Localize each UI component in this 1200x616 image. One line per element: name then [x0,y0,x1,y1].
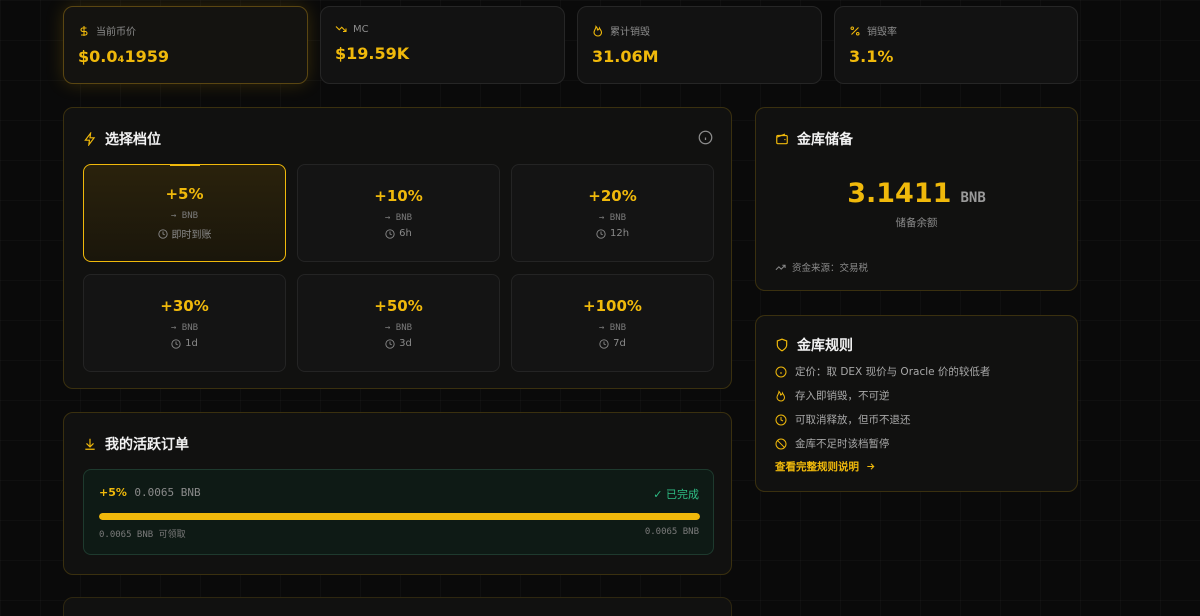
clock-icon [157,228,168,239]
stat-label: MC [353,23,369,35]
vault-amount: 3.1411 [847,178,952,209]
tier-option[interactable]: +50% → BNB 3d [297,274,500,372]
download-icon [85,438,95,450]
vault-caption: 储备余额 [895,217,938,229]
rule-item: 可取消释放，但币不退还 [775,412,990,427]
rules-list: 定价：取 DEX 现价与 Oracle 价的较低者 存入即销毁，不可逆 可取消释… [775,364,990,460]
tier-unit: → BNB [384,323,413,333]
tier-unit: → BNB [598,323,627,333]
stat-card-burn-rate: 销毁率 3.1% [834,6,1078,84]
rule-text: 定价：取 DEX 现价与 Oracle 价的较低者 [795,366,991,378]
order-total: 0.0065 BNB [644,527,699,537]
stat-card-price: 当前币价 $0.0₄1959 [63,6,308,84]
wallet-icon [776,133,788,145]
ban-icon [775,438,787,449]
order-progress-fill [99,513,700,520]
tier-time: 6h [385,228,412,239]
stat-value: 3.1% [849,47,894,66]
rule-item: 金库不足时该档暂停 [775,436,990,451]
tier-unit: → BNB [170,323,199,333]
stat-value: 31.06M [592,47,659,66]
link-text: 查看完整规则说明 [775,461,859,473]
order-claimable: 0.0065 BNB 可领取 [99,530,186,540]
panel-title: 选择档位 [105,132,161,148]
tier-percent: +100% [583,297,642,315]
stat-card-burned: 累计销毁 31.06M [577,6,822,84]
tier-option[interactable]: +5% → BNB 即时到账 [83,164,286,262]
stat-card-mc: MC $19.59K [320,6,565,84]
lightning-icon [84,132,96,146]
vault-unit: BNB [960,190,986,206]
info-icon [775,366,787,377]
stat-label: 累计销毁 [610,27,650,38]
rules-panel: 金库规则 定价：取 DEX 现价与 Oracle 价的较低者 存入即销毁，不可逆… [755,315,1078,492]
check-icon: ✓ [653,488,663,501]
clock-icon [171,338,181,349]
tier-time-text: 7d [613,338,626,349]
rule-item: 定价：取 DEX 现价与 Oracle 价的较低者 [775,364,990,379]
trending-down-icon [335,26,347,33]
orders-panel: 我的活跃订单 +5% 0.0065 BNB ✓ 已完成 0.0065 BNB 可… [63,412,732,575]
tier-time-text: 即时到账 [171,230,212,241]
clock-icon [599,338,609,349]
tier-unit: → BNB [384,213,413,223]
clock-icon [385,228,395,239]
tier-time: 3d [385,338,412,349]
tier-unit: → BNB [598,213,627,223]
order-amount: 0.0065 BNB [134,486,201,499]
bottom-panel [63,597,732,616]
order-tier: +5% [99,486,127,499]
trending-up-icon [775,264,786,270]
tier-percent: +5% [165,185,204,203]
stat-label: 当前币价 [96,27,136,38]
rule-text: 金库不足时该档暂停 [795,438,890,450]
tier-time-text: 6h [399,228,412,239]
tier-time: 12h [596,228,629,239]
tier-percent: +30% [160,297,209,315]
panel-title: 金库规则 [797,338,853,354]
order-status-text: 已完成 [666,488,699,501]
tier-time-text: 3d [399,338,412,349]
tier-option[interactable]: +30% → BNB 1d [83,274,286,372]
full-rules-link[interactable]: 查看完整规则说明 [775,459,876,474]
rule-item: 存入即销毁，不可逆 [775,388,990,403]
vault-panel: 金库储备 3.1411 BNB 储备余额 资金来源：交易税 [755,107,1078,291]
tier-percent: +20% [588,187,637,205]
flame-icon [776,389,786,402]
vault-source: 资金来源：交易税 [792,263,869,274]
panel-title: 我的活跃订单 [105,437,189,453]
stat-label: 销毁率 [867,27,897,38]
tier-option[interactable]: +20% → BNB 12h [511,164,714,262]
tier-time-text: 1d [185,338,198,349]
info-icon[interactable] [698,130,713,145]
tier-panel: 选择档位 +5% → BNB 即时到账 +10% → BNB 6h +20% → BNB 12h… [63,107,732,389]
tier-time: 1d [171,338,198,349]
tier-option[interactable]: +100% → BNB 7d [511,274,714,372]
shield-icon [776,338,788,352]
tier-time-text: 12h [609,228,630,239]
stat-value: $0.0₄1959 [78,47,170,66]
stat-value: $19.59K [335,44,410,63]
clock-icon [775,414,787,425]
clock-icon [596,228,606,239]
order-progress [99,513,700,520]
percent-icon [850,25,860,36]
flame-icon [593,24,603,37]
tier-percent: +50% [374,297,423,315]
tier-time: 7d [599,338,626,349]
panel-title: 金库储备 [797,132,853,148]
tier-time: 即时到账 [157,226,212,241]
rule-text: 存入即销毁，不可逆 [795,390,890,402]
tier-unit: → BNB [170,211,199,221]
order-status: ✓ 已完成 [653,486,699,502]
rule-text: 可取消释放，但币不退还 [795,414,911,426]
tier-option[interactable]: +10% → BNB 6h [297,164,500,262]
clock-icon [385,338,395,349]
arrow-right-icon [867,463,875,470]
order-card[interactable]: +5% 0.0065 BNB ✓ 已完成 0.0065 BNB 可领取 0.00… [83,469,714,555]
dollar-icon [80,25,88,36]
tier-percent: +10% [374,187,423,205]
